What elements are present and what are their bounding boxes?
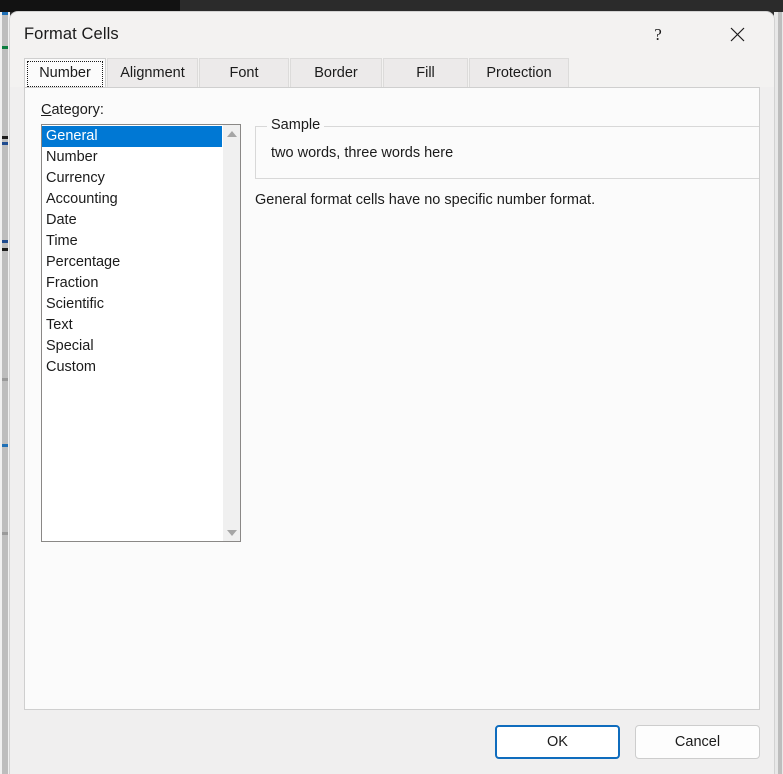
format-cells-dialog: Format Cells ? Number Alignment Font Border… xyxy=(10,12,774,774)
minimap-mark xyxy=(2,240,8,243)
tab-fill[interactable]: Fill xyxy=(383,58,468,87)
category-item[interactable]: Scientific xyxy=(42,294,222,315)
tab-font[interactable]: Font xyxy=(199,58,289,87)
category-item[interactable]: Time xyxy=(42,231,222,252)
category-item[interactable]: Text xyxy=(42,315,222,336)
category-item[interactable]: Number xyxy=(42,147,222,168)
category-list-items: General Number Currency Accounting Date Time P… xyxy=(42,125,222,541)
background-dark-strip xyxy=(0,0,180,12)
minimap-mark xyxy=(2,378,8,381)
category-label-rest: ategory: xyxy=(51,102,104,118)
category-label-accel: C xyxy=(41,102,52,118)
minimap-mark xyxy=(2,142,8,145)
category-item[interactable]: Date xyxy=(42,210,222,231)
background-right-scrollbar[interactable] xyxy=(778,12,782,774)
sample-groupbox-legend: Sample xyxy=(267,117,325,133)
background-minimap-scrollbar[interactable] xyxy=(2,12,8,774)
minimap-mark xyxy=(2,136,8,139)
sample-groupbox: Sample two words, three words here xyxy=(255,117,759,179)
tab-label: Number xyxy=(39,65,91,81)
category-item[interactable]: General xyxy=(42,126,222,147)
scrollbar-track[interactable] xyxy=(223,142,240,524)
tab-protection[interactable]: Protection xyxy=(469,58,569,87)
help-icon[interactable]: ? xyxy=(635,12,681,57)
category-item[interactable]: Custom xyxy=(42,357,222,378)
sample-value: two words, three words here xyxy=(271,145,454,161)
tab-label: Fill xyxy=(416,65,435,81)
close-icon[interactable] xyxy=(714,12,760,57)
category-item[interactable]: Special xyxy=(42,336,222,357)
minimap-mark xyxy=(2,12,8,15)
tab-label: Font xyxy=(229,65,259,81)
cancel-button[interactable]: Cancel xyxy=(635,725,760,759)
scroll-down-arrow-icon[interactable] xyxy=(223,524,240,541)
tab-label: Protection xyxy=(486,65,552,81)
tab-number[interactable]: Number xyxy=(24,58,106,87)
minimap-mark xyxy=(2,248,8,251)
tab-label: Alignment xyxy=(120,65,185,81)
minimap-mark xyxy=(2,532,8,535)
tab-border[interactable]: Border xyxy=(290,58,382,87)
scroll-up-arrow-icon[interactable] xyxy=(223,125,240,142)
category-label: Category: xyxy=(41,102,104,118)
tab-label: Border xyxy=(314,65,358,81)
format-description: General format cells have no specific nu… xyxy=(255,192,596,208)
minimap-mark xyxy=(2,46,8,49)
category-item[interactable]: Percentage xyxy=(42,252,222,273)
dialog-tabstrip: Number Alignment Font Border Fill Protection xyxy=(10,57,774,87)
ok-button[interactable]: OK xyxy=(495,725,620,759)
dialog-footer: OK Cancel xyxy=(10,710,774,774)
category-item[interactable]: Currency xyxy=(42,168,222,189)
dialog-titlebar: Format Cells ? xyxy=(10,12,774,57)
category-item[interactable]: Fraction xyxy=(42,273,222,294)
minimap-mark xyxy=(2,444,8,447)
category-scrollbar[interactable] xyxy=(222,125,240,541)
dialog-title: Format Cells xyxy=(24,25,119,43)
number-tab-panel: Category: General Number Currency Accountin… xyxy=(24,87,760,710)
category-listbox[interactable]: General Number Currency Accounting Date Time P… xyxy=(41,124,241,542)
tab-alignment[interactable]: Alignment xyxy=(107,58,198,87)
category-item[interactable]: Accounting xyxy=(42,189,222,210)
